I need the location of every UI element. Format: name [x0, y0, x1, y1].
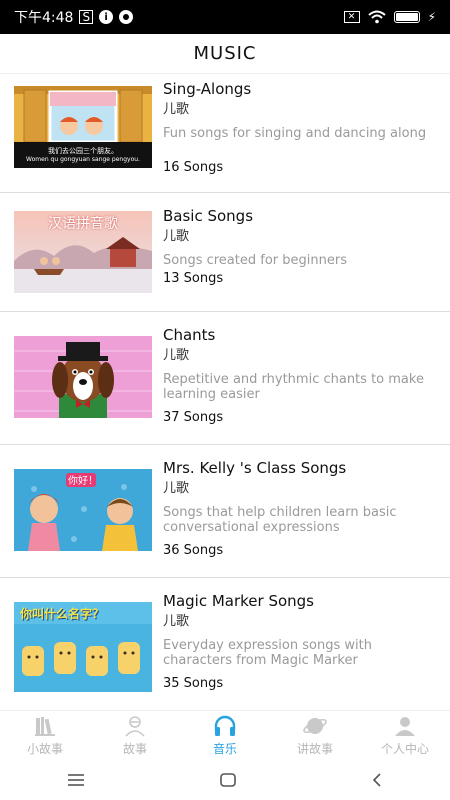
thumbnail: 汉语拼音歌: [14, 211, 152, 293]
thumbnail-caption: 你叫什么名字？: [20, 607, 105, 621]
battery-icon: [393, 11, 420, 23]
song-count: 13 Songs: [163, 271, 224, 286]
planet-icon: [303, 718, 327, 734]
books-icon: [35, 717, 55, 736]
song-count: 37 Songs: [163, 410, 224, 425]
headphones-icon: [214, 715, 236, 736]
no-sim-icon: ✕: [343, 11, 360, 23]
status-time: 下午4:48: [14, 10, 74, 26]
category-description: Songs created for beginners: [163, 253, 347, 268]
tab-label: 小故事: [26, 742, 63, 756]
thumbnail: 你叫什么名字？: [14, 602, 152, 692]
category-description: Everyday expression songs with character…: [163, 638, 372, 668]
category-description: Repetitive and rhythmic chants to make l…: [163, 372, 424, 402]
category-chants[interactable]: Chants 儿歌 Repetitive and rhythmic chants…: [0, 312, 450, 445]
category-title: Basic Songs: [163, 207, 254, 225]
tab-stories[interactable]: 故事: [90, 711, 180, 760]
category-tag: 儿歌: [163, 481, 190, 496]
thumbnail-caption: 你好！: [68, 476, 98, 487]
tab-short-stories[interactable]: 小故事: [0, 711, 90, 760]
thumbnail: [14, 336, 152, 418]
category-description: Songs that help children learn basic con…: [163, 505, 397, 535]
thumbnail-caption: 汉语拼音歌: [48, 216, 118, 232]
system-nav-bar: [0, 760, 450, 800]
category-mrs-kelly-class-songs[interactable]: 你好！ Mrs. Kelly 's Class Songs 儿歌 Songs t…: [0, 445, 450, 578]
category-tag: 儿歌: [163, 102, 190, 117]
tab-storytelling[interactable]: 讲故事: [270, 711, 360, 760]
home-icon[interactable]: [220, 773, 236, 787]
sim-icon: S: [79, 10, 94, 24]
back-icon[interactable]: [371, 773, 383, 787]
category-tag: 儿歌: [163, 348, 190, 363]
info-icon: i: [99, 10, 114, 24]
song-count: 16 Songs: [163, 160, 224, 175]
category-sing-alongs[interactable]: 我们去公园三个朋友。 Women qu gongyuan sange pengy…: [0, 74, 450, 193]
charging-icon: ⚡: [427, 10, 436, 24]
thumbnail: 你好！: [14, 469, 152, 551]
thumbnail: 我们去公园三个朋友。 Women qu gongyuan sange pengy…: [14, 86, 152, 168]
category-magic-marker-songs[interactable]: 你叫什么名字？ Magic Marker Songs 儿歌 Everyday e…: [0, 578, 450, 710]
category-tag: 儿歌: [163, 229, 190, 244]
category-title: Sing-Alongs: [163, 80, 252, 98]
tab-label: 音乐: [212, 742, 237, 756]
thumbnail-caption: 我们去公园三个朋友。: [48, 147, 118, 155]
wifi-icon: [367, 10, 386, 24]
bottom-tab-bar: 小故事 故事 音乐 讲故事 个人中心: [0, 710, 450, 760]
page-title: MUSIC: [0, 34, 450, 74]
song-count: 35 Songs: [163, 676, 224, 691]
tab-music[interactable]: 音乐: [180, 711, 270, 760]
status-bar: 下午4:48 S i ✕ ⚡: [0, 0, 450, 34]
category-title: Magic Marker Songs: [163, 592, 314, 610]
category-tag: 儿歌: [163, 614, 190, 629]
thumbnail-caption-pinyin: Women qu gongyuan sange pengyou.: [26, 156, 140, 163]
tab-label: 讲故事: [296, 742, 333, 756]
tab-profile[interactable]: 个人中心: [360, 711, 450, 760]
song-count: 36 Songs: [163, 543, 224, 558]
person-icon: [125, 716, 145, 737]
category-description: Fun songs for singing and dancing along: [163, 126, 427, 141]
menu-icon[interactable]: [67, 773, 85, 787]
profile-icon: [395, 717, 415, 736]
category-title: Mrs. Kelly 's Class Songs: [163, 459, 347, 477]
tab-label: 个人中心: [380, 742, 429, 756]
category-basic-songs[interactable]: 汉语拼音歌 Basic Songs 儿歌 Songs created for b…: [0, 193, 450, 312]
tab-label: 故事: [122, 742, 147, 756]
song-category-list[interactable]: 我们去公园三个朋友。 Women qu gongyuan sange pengy…: [0, 74, 450, 710]
record-icon: [119, 10, 134, 24]
category-title: Chants: [163, 326, 216, 344]
